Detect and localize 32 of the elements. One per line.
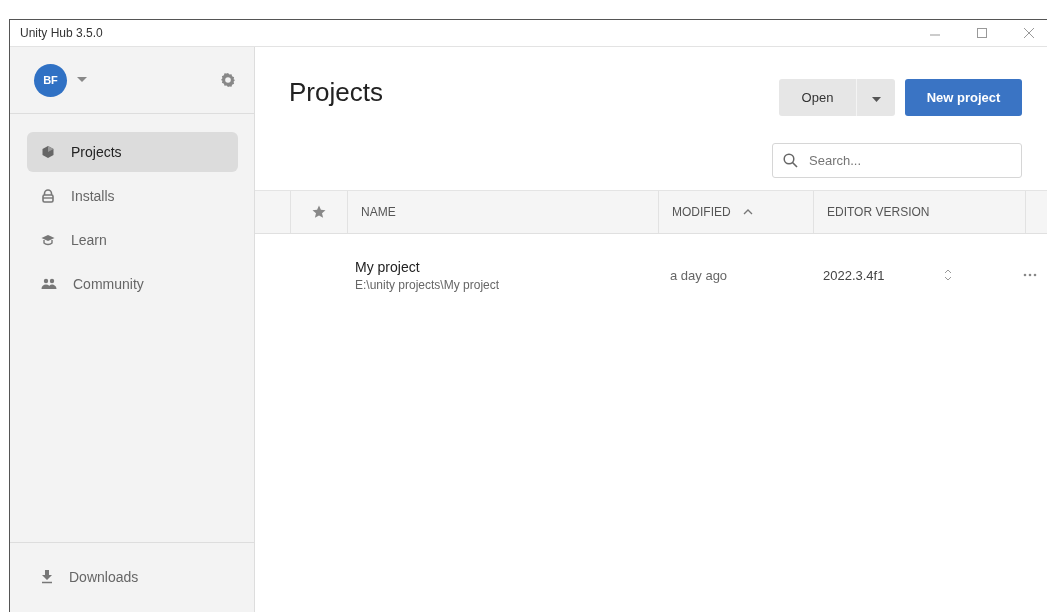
lock-icon bbox=[41, 189, 55, 203]
sidebar-item[interactable]: Learn bbox=[27, 220, 238, 260]
maximize-icon[interactable] bbox=[976, 27, 988, 39]
new-project-button[interactable]: New project bbox=[905, 79, 1022, 116]
settings-icon[interactable] bbox=[220, 72, 236, 88]
search-field[interactable]: Search... bbox=[772, 143, 1022, 178]
cube-icon bbox=[41, 145, 55, 159]
sidebar-item[interactable]: Community bbox=[27, 264, 238, 304]
page-title: Projects bbox=[289, 77, 383, 108]
download-icon bbox=[41, 570, 53, 584]
account-avatar[interactable]: BF bbox=[34, 63, 67, 97]
graduation-cap-icon bbox=[41, 233, 55, 247]
star-icon[interactable] bbox=[312, 205, 326, 219]
window-title: Unity Hub 3.5.0 bbox=[20, 26, 103, 40]
open-button[interactable]: Open bbox=[779, 79, 857, 116]
sidebar-item[interactable]: Installs bbox=[27, 176, 238, 216]
column-header[interactable]: NAME bbox=[348, 205, 396, 219]
editor-version: 2022.3.4f1 bbox=[823, 267, 885, 283]
sidebar-item[interactable]: Projects bbox=[27, 132, 238, 172]
caret-icon bbox=[871, 97, 881, 102]
close-icon[interactable] bbox=[1023, 27, 1035, 39]
column-header[interactable]: EDITOR VERSION bbox=[814, 205, 930, 219]
more-options-icon[interactable] bbox=[1023, 273, 1037, 277]
caret-icon[interactable] bbox=[77, 77, 87, 83]
project-name[interactable]: My project bbox=[355, 258, 420, 275]
modified-time: a day ago bbox=[669, 267, 728, 283]
downloads-item[interactable]: Downloads bbox=[27, 557, 139, 597]
column-header[interactable]: MODIFIED bbox=[659, 205, 753, 219]
people-icon bbox=[41, 277, 57, 291]
search-icon bbox=[783, 153, 798, 168]
up-down-arrows-icon[interactable] bbox=[944, 269, 953, 281]
project-path: E:\unity projects\My project bbox=[355, 277, 500, 292]
